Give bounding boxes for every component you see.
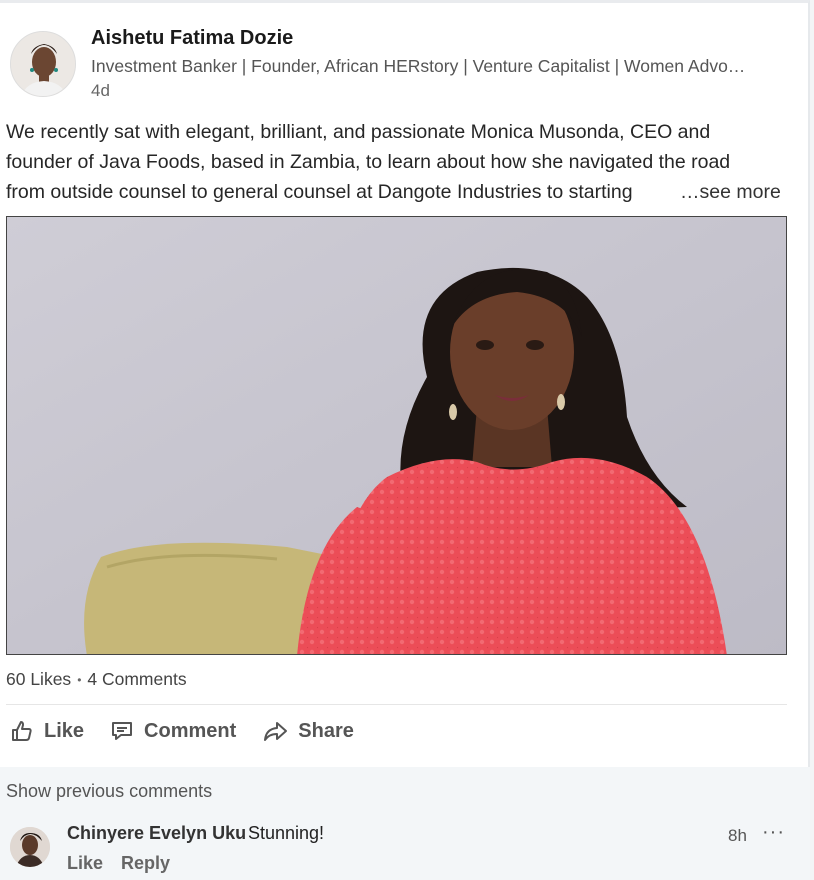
comment-timestamp: 8h [728,826,747,845]
comment-label: Comment [144,719,237,742]
ellipsis-icon[interactable]: ··· [762,821,785,844]
comment-like-button[interactable]: Like [67,853,103,874]
share-arrow-icon [262,719,288,743]
divider [6,704,787,705]
like-button[interactable]: Like [10,719,84,743]
post-timestamp: 4d [91,81,110,100]
commenter-name[interactable]: Chinyere Evelyn Uku [67,823,246,844]
video-frame-image [7,217,786,654]
author-name[interactable]: Aishetu Fatima Dozie [91,27,293,50]
comment-actions: Like Reply [67,853,170,874]
post-text-line: We recently sat with elegant, brilliant,… [6,121,711,143]
like-label: Like [44,719,85,742]
see-more-link[interactable]: …see more [680,177,781,207]
post-actions-bar: Like Comment Share [10,719,354,743]
likes-count[interactable]: 60 Likes [6,669,71,690]
separator-dot: • [77,672,82,687]
show-previous-comments-link[interactable]: Show previous comments [6,781,212,802]
comments-section: Show previous comments Chinyere Evelyn U… [0,767,810,880]
comment-button[interactable]: Comment [110,719,236,743]
share-label: Share [298,719,354,742]
comment-reply-button[interactable]: Reply [121,853,170,874]
comment-text: Stunning! [248,823,325,843]
commenter-avatar[interactable] [10,827,50,867]
post-text-line: founder of Java Foods, based in Zambia, … [6,151,731,173]
engagement-counts: 60 Likes • 4 Comments [6,669,187,690]
commenter-photo [10,827,50,867]
post-body-text: We recently sat with elegant, brilliant,… [6,117,796,207]
author-avatar[interactable] [10,31,76,97]
author-photo [11,32,75,96]
thumbs-up-icon [10,719,34,743]
comment-icon [110,719,134,743]
post-text-line: from outside counsel to general counsel … [6,181,633,203]
author-headline: Investment Banker | Founder, African HER… [91,56,746,76]
feed-post-card: Aishetu Fatima Dozie Investment Banker |… [0,0,810,880]
page-edge [810,0,814,880]
post-video[interactable] [6,216,787,655]
share-button[interactable]: Share [262,719,354,743]
comments-count[interactable]: 4 Comments [87,669,186,690]
